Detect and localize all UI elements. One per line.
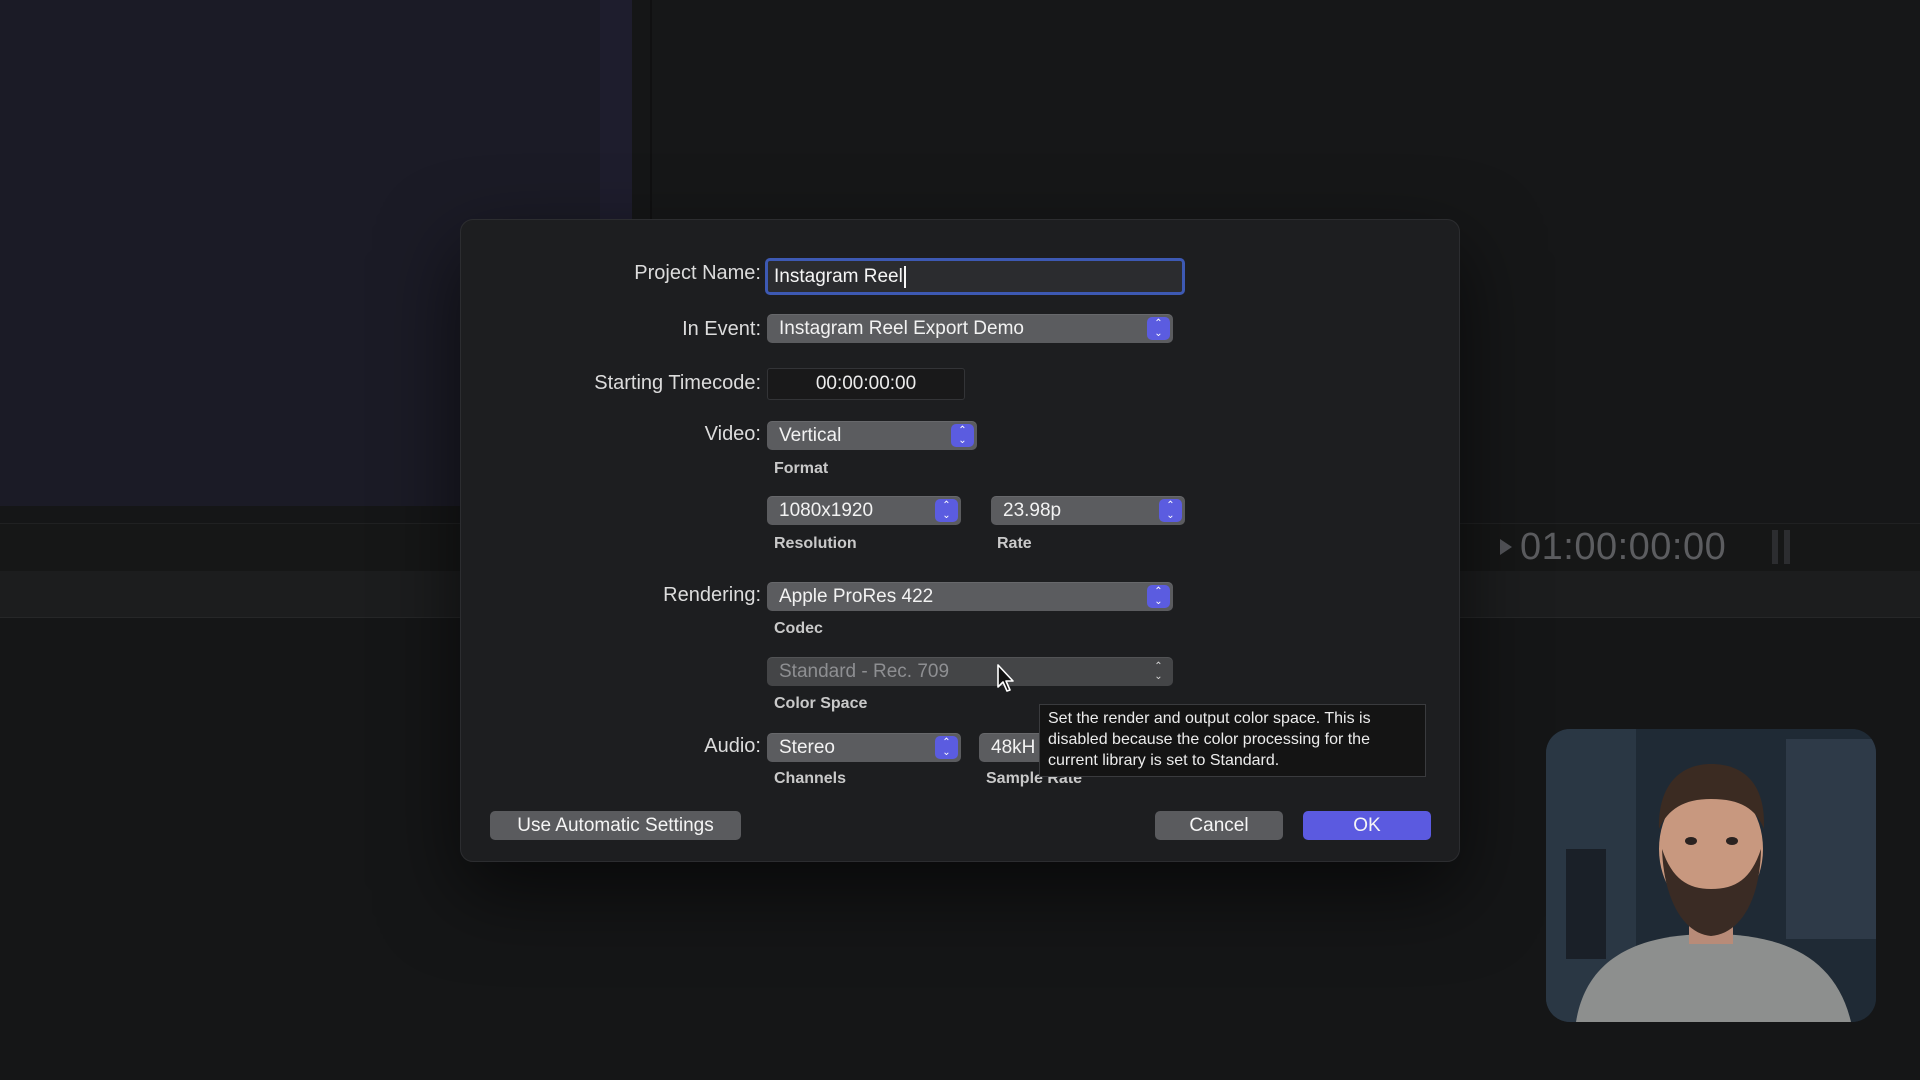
in-event-popup[interactable]: Instagram Reel Export Demo ⌃ ⌄ [767,314,1173,343]
timecode-text: 01:00:00:00 [1520,525,1727,568]
starting-timecode-field[interactable]: 00:00:00:00 [767,368,965,400]
cancel-button[interactable]: Cancel [1155,811,1283,840]
resolution-popup[interactable]: 1080x1920 ⌃ ⌄ [767,496,961,525]
audio-channels-popup[interactable]: Stereo ⌃ ⌄ [767,733,961,762]
rendering-label: Rendering: [663,584,761,606]
project-name-value: Instagram Reel [774,266,903,287]
up-down-chevron-icon: ⌃ ⌄ [1159,499,1182,522]
codec-caption: Codec [774,620,823,637]
up-down-chevron-icon: ⌃ ⌄ [1147,317,1170,340]
up-down-chevron-icon: ⌃ ⌄ [935,736,958,759]
codec-popup[interactable]: Apple ProRes 422 ⌃ ⌄ [767,582,1173,611]
rate-popup[interactable]: 23.98p ⌃ ⌄ [991,496,1185,525]
sample-rate-value: 48kH [991,737,1036,758]
starting-timecode-label: Starting Timecode: [594,372,761,394]
ok-button[interactable]: OK [1303,811,1431,840]
up-down-chevron-icon: ⌃ ⌄ [1147,585,1170,608]
format-caption: Format [774,460,829,477]
in-event-value: Instagram Reel Export Demo [779,318,1024,339]
video-format-popup[interactable]: Vertical ⌃ ⌄ [767,421,977,450]
rate-value: 23.98p [1003,500,1062,521]
timeline-timecode-display: 01:00:00:00 [1500,525,1791,568]
use-automatic-settings-button[interactable]: Use Automatic Settings [490,811,741,840]
mouse-pointer-icon [997,664,1014,692]
audio-label: Audio: [704,735,761,757]
up-down-chevron-icon: ⌃ ⌄ [1154,660,1163,682]
text-caret [903,265,906,288]
video-format-value: Vertical [779,425,842,446]
resolution-caption: Resolution [774,535,857,552]
play-icon [1500,539,1512,555]
up-down-chevron-icon: ⌃ ⌄ [935,499,958,522]
color-space-tooltip: Set the render and output color space. T… [1039,704,1426,777]
project-name-label: Project Name: [634,262,761,284]
audio-meter-icon [1772,530,1791,564]
color-space-popup[interactable]: Standard - Rec. 709 ⌃ ⌄ [767,657,1173,686]
resolution-value: 1080x1920 [779,500,874,521]
color-space-caption: Color Space [774,695,868,712]
presenter-video-image [1546,729,1876,1022]
up-down-chevron-icon: ⌃ ⌄ [951,424,974,447]
video-label: Video: [704,423,761,445]
in-event-label: In Event: [682,318,761,340]
codec-value: Apple ProRes 422 [779,586,934,607]
webcam-overlay [1546,729,1876,1022]
project-name-input[interactable]: Instagram Reel [765,258,1185,295]
rate-caption: Rate [997,535,1032,552]
audio-channels-value: Stereo [779,737,835,758]
channels-caption: Channels [774,770,847,787]
color-space-value: Standard - Rec. 709 [779,661,950,682]
